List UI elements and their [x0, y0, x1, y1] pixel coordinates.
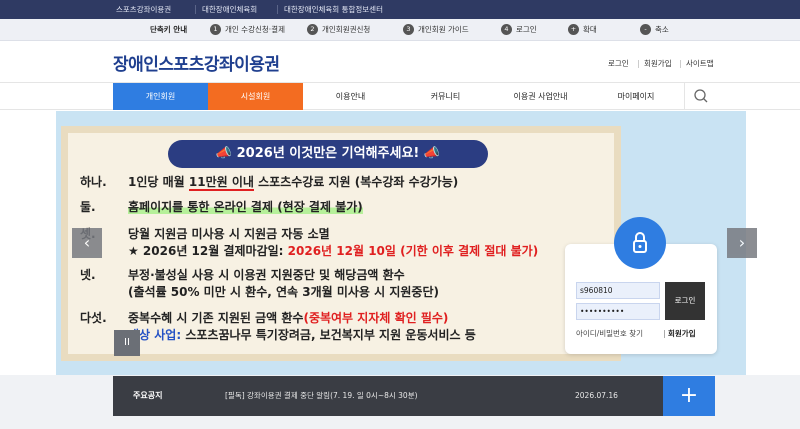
- join-link[interactable]: 회원가입: [668, 328, 696, 339]
- shortcut-title: 단축키 안내: [150, 25, 188, 34]
- nav-voucher-program[interactable]: 이용권 사업안내: [493, 83, 588, 110]
- top-utility-bar: 스포츠강좌이용권 대한장애인체육회 대한장애인체육회 통합정보센터: [0, 0, 800, 19]
- banner-title: 📣 2026년 이것만은 기억해주세요! 📣: [168, 140, 488, 168]
- notice-more-button[interactable]: +: [663, 376, 715, 416]
- password-field[interactable]: ••••••••••: [576, 303, 660, 320]
- user-id-field[interactable]: s960810: [576, 282, 660, 299]
- signup-link[interactable]: 회원가입: [644, 58, 672, 69]
- chevron-right-icon: ›: [738, 233, 746, 252]
- chevron-left-icon: ‹: [83, 233, 91, 252]
- link-kpc-info-center[interactable]: 대한장애인체육회 통합정보센터: [284, 0, 383, 19]
- banner-line: 셋.당월 지원금 미사용 시 지원금 자동 소멸: [80, 227, 330, 241]
- lock-icon: [614, 217, 666, 269]
- notice-bar: 주요공지 [필독] 강좌이용권 결제 중단 알림(7. 19. 일 0시~8시 …: [113, 376, 663, 416]
- banner-prev-button[interactable]: ‹: [72, 228, 102, 258]
- plus-icon: +: [679, 383, 699, 408]
- notice-label: 주요공지: [133, 391, 163, 400]
- search-icon: [694, 89, 708, 103]
- search-button[interactable]: [684, 83, 716, 110]
- nav-facility-member[interactable]: 시설회원: [208, 83, 303, 110]
- main-nav: 개인회원 시설회원 이용안내 커뮤니티 이용권 사업안내 마이페이지: [0, 82, 800, 110]
- shortcut-item[interactable]: 3 개인회원 가이드: [403, 19, 469, 41]
- nav-usage-guide[interactable]: 이용안내: [303, 83, 398, 110]
- find-id-password-link[interactable]: 아이디/비밀번호 찾기: [576, 328, 643, 339]
- divider: [277, 5, 278, 14]
- notice-date: 2026.07.16: [575, 391, 618, 400]
- shortcut-item[interactable]: 1 개인 수강신청·결제: [210, 19, 285, 41]
- shortcut-item[interactable]: - 축소: [640, 19, 669, 41]
- shortcut-item[interactable]: 4 로그인: [501, 19, 537, 41]
- pause-icon: II: [124, 337, 130, 348]
- banner-line: 하나. 1인당 매월 11만원 이내 스포츠수강료 지원 (복수강좌 수강가능): [80, 175, 459, 191]
- link-sports-voucher[interactable]: 스포츠강좌이용권: [116, 0, 171, 19]
- divider: [664, 330, 665, 338]
- lock-icon-graphic: [633, 232, 647, 253]
- banner-next-button[interactable]: ›: [727, 228, 757, 258]
- divider: [195, 5, 196, 14]
- banner-line: (출석률 50% 미만 시 환수, 연속 3개월 미사용 시 지원중단): [128, 285, 440, 299]
- nav-mypage[interactable]: 마이페이지: [588, 83, 684, 110]
- shortcut-bar: 단축키 안내 1 개인 수강신청·결제 2 개인회원권신청 3 개인회원 가이드 4로…: [0, 19, 800, 41]
- banner-pause-button[interactable]: II: [114, 330, 140, 356]
- link-kpc[interactable]: 대한장애인체육회: [202, 0, 257, 19]
- login-link[interactable]: 로그인: [608, 58, 629, 69]
- banner-line: 다섯. 중복수혜 시 기존 지원된 금액 환수(중복여부 지자체 확인 필수): [80, 311, 449, 325]
- notice-text[interactable]: [필독] 강좌이용권 결제 중단 알림(7. 19. 일 0시~8시 30분): [225, 376, 418, 416]
- divider: [638, 60, 639, 68]
- nav-personal-member[interactable]: 개인회원: [113, 83, 208, 110]
- divider: [680, 60, 681, 68]
- banner-line: 넷. 부정·불성실 사용 시 이용권 지원중단 및 해당금액 환수: [80, 268, 405, 282]
- banner-line: ★ 2026년 12월 결제마감일: 2026년 12월 10일 (기한 이후 …: [128, 244, 539, 258]
- login-button[interactable]: 로그인: [665, 282, 705, 320]
- shortcut-item[interactable]: 2 개인회원권신청: [307, 19, 370, 41]
- nav-community[interactable]: 커뮤니티: [398, 83, 493, 110]
- banner-line: 둘. 홈페이지를 통한 온라인 결제 (현장 결제 불가): [80, 200, 363, 214]
- sitemap-link[interactable]: 사이트맵: [686, 58, 714, 69]
- site-logo[interactable]: 장애인스포츠강좌이용권: [113, 50, 280, 75]
- shortcut-item[interactable]: + 확대: [568, 19, 597, 41]
- notice-board-graphic: 📣 2026년 이것만은 기억해주세요! 📣 하나. 1인당 매월 11만원 이내…: [61, 126, 621, 361]
